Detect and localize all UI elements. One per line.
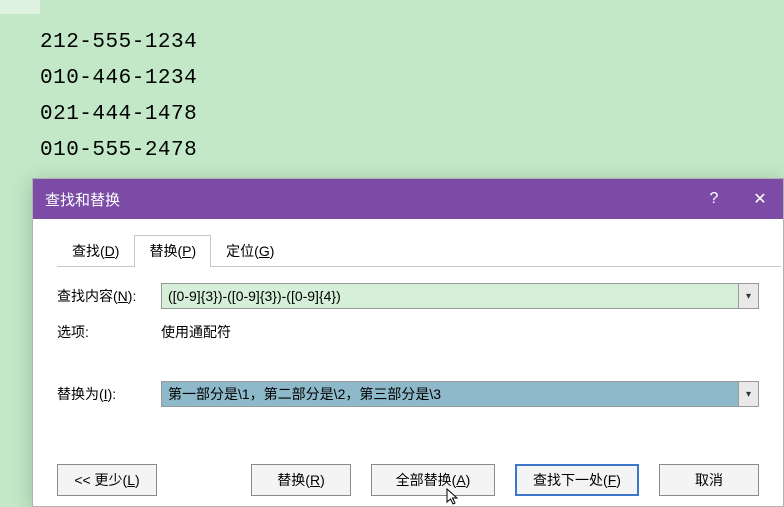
doc-line[interactable]: 010-446-1234 [40,61,197,97]
doc-line[interactable]: 021-444-1478 [40,97,197,133]
replace-row: 替换为(I): ▾ [57,381,759,407]
close-button[interactable]: ✕ [737,179,783,219]
less-button[interactable]: << 更少(L) [57,464,157,496]
chevron-down-icon: ▾ [746,389,751,400]
dialog-titlebar[interactable]: 查找和替换 ? ✕ [33,179,783,219]
find-next-button[interactable]: 查找下一处(F) [515,464,639,496]
find-combobox[interactable]: ▾ [161,283,759,309]
dialog-buttons: << 更少(L) 替换(R) 全部替换(A) 查找下一处(F) 取消 [57,464,759,496]
replace-input[interactable] [162,382,738,406]
replace-combobox[interactable]: ▾ [161,381,759,407]
find-replace-dialog: 查找和替换 ? ✕ 查找(D) 替换(P) 定位(G) 查找内容(N): ▾ [32,178,784,507]
dialog-tabs: 查找(D) 替换(P) 定位(G) [57,239,783,267]
doc-line[interactable]: 212-555-1234 [40,25,197,61]
replace-button[interactable]: 替换(R) [251,464,351,496]
cursor-marker [0,0,40,14]
tab-goto[interactable]: 定位(G) [211,235,289,267]
tab-replace[interactable]: 替换(P) [134,235,211,267]
find-label: 查找内容(N): [57,286,161,306]
dialog-title: 查找和替换 [45,189,120,210]
options-row: 选项: 使用通配符 [57,319,759,345]
replace-dropdown-button[interactable]: ▾ [738,382,758,406]
replace-all-button[interactable]: 全部替换(A) [371,464,495,496]
document-text[interactable]: 212-555-1234 010-446-1234 021-444-1478 0… [40,25,197,169]
help-button[interactable]: ? [691,179,737,219]
dialog-form: 查找内容(N): ▾ 选项: 使用通配符 替换为(I): ▾ [57,283,759,417]
chevron-down-icon: ▾ [746,291,751,302]
options-value: 使用通配符 [161,322,231,342]
cancel-button[interactable]: 取消 [659,464,759,496]
replace-label: 替换为(I): [57,384,161,404]
doc-line[interactable]: 010-555-2478 [40,133,197,169]
find-row: 查找内容(N): ▾ [57,283,759,309]
find-dropdown-button[interactable]: ▾ [738,284,758,308]
find-input[interactable] [162,284,738,308]
options-label: 选项: [57,322,161,342]
tab-find[interactable]: 查找(D) [57,235,134,267]
